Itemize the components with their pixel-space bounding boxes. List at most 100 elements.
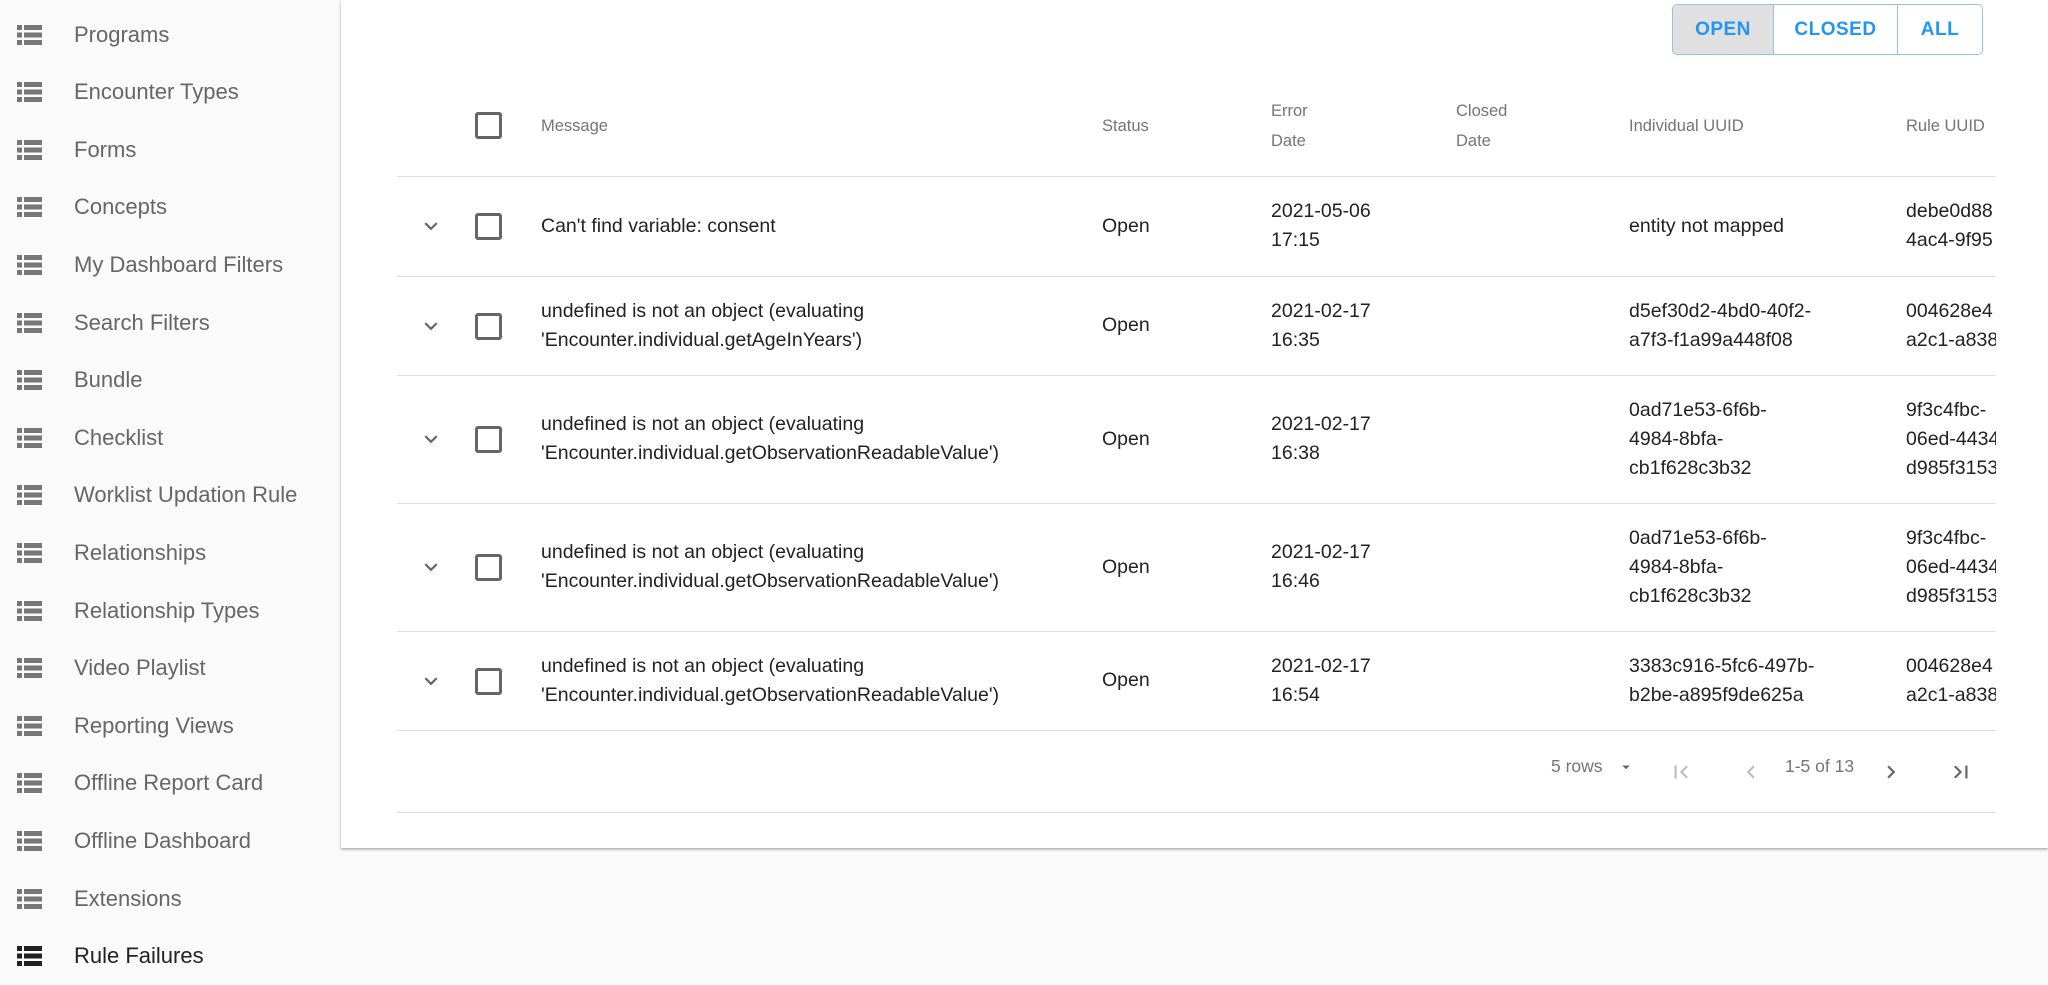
error-date-cell-line: 16:54 — [1271, 683, 1320, 706]
rule-uuid-cell-line: d985f3153 — [1906, 584, 1996, 607]
status-filter-toggle: OPEN CLOSED ALL — [1672, 4, 1983, 55]
filter-open-button[interactable]: OPEN — [1673, 5, 1773, 54]
row-checkbox[interactable] — [475, 426, 502, 453]
sidebar-item-rule-failures[interactable]: Rule Failures — [0, 928, 340, 985]
column-header-error-date-line1: Error — [1271, 102, 1308, 120]
sidebar-item-label: Extensions — [74, 885, 182, 911]
sidebar-item-label: Rule Failures — [74, 943, 204, 969]
sidebar-item-search-filters[interactable]: Search Filters — [0, 294, 340, 351]
list-icon — [17, 830, 42, 851]
column-header-closed-date[interactable]: Closed Date — [1456, 96, 1507, 156]
sidebar-item-video-playlist[interactable]: Video Playlist — [0, 640, 340, 697]
error-date-cell-line: 2021-02-17 — [1271, 654, 1371, 677]
sidebar-item-label: Video Playlist — [74, 655, 206, 681]
sidebar-item-offline-dashboard[interactable]: Offline Dashboard — [0, 812, 340, 869]
sidebar-item-checklist[interactable]: Checklist — [0, 409, 340, 466]
row-checkbox[interactable] — [475, 213, 502, 240]
first-page-button[interactable] — [1668, 759, 1694, 785]
message-cell-line: undefined is not an object (evaluating — [541, 654, 865, 677]
sidebar-item-label: Bundle — [74, 367, 143, 393]
sidebar-item-label: Programs — [74, 21, 170, 47]
column-header-individual-uuid[interactable]: Individual UUID — [1629, 111, 1744, 141]
row-checkbox[interactable] — [475, 667, 502, 695]
chevron-left-icon — [1746, 765, 1755, 779]
status-cell: Open — [1102, 427, 1150, 450]
row-divider — [397, 375, 1996, 376]
sidebar-item-bundle[interactable]: Bundle — [0, 352, 340, 409]
message-cell-line: 'Encounter.individual.getObservationRead… — [541, 570, 1000, 592]
last-page-button[interactable] — [1948, 759, 1974, 785]
sidebar-item-label: Checklist — [74, 424, 164, 450]
sidebar-item-label: Offline Dashboard — [74, 827, 251, 853]
list-icon — [17, 139, 42, 160]
sidebar-item-relationships[interactable]: Relationships — [0, 524, 340, 581]
rule-uuid-cell-line: a2c1-a838 — [1906, 683, 1996, 706]
rule-uuid-cell-line: 004628e4 — [1906, 299, 1993, 322]
expand-row-button[interactable] — [418, 668, 444, 694]
dropdown-arrow-icon — [1622, 765, 1631, 770]
select-all-checkbox[interactable] — [475, 112, 502, 139]
rule-uuid-cell: 004628e4 a2c1-a838 — [1906, 297, 1996, 355]
row-divider — [397, 631, 1996, 632]
previous-page-button[interactable] — [1738, 759, 1764, 785]
column-header-error-date-line2: Date — [1271, 132, 1306, 150]
sidebar-item-label: Offline Report Card — [74, 770, 264, 796]
message-cell-line: undefined is not an object (evaluating — [541, 541, 865, 563]
error-date-cell-line: 16:46 — [1271, 570, 1320, 592]
sidebar-item-forms[interactable]: Forms — [0, 121, 340, 178]
error-date-cell: 2021-02-17 16:38 — [1271, 410, 1371, 468]
error-date-cell-line: 2021-02-17 — [1271, 299, 1371, 322]
row-divider — [397, 276, 1996, 277]
footer-divider — [397, 812, 1996, 813]
sidebar-item-offline-report-card[interactable]: Offline Report Card — [0, 755, 340, 812]
expand-row-button[interactable] — [418, 426, 444, 452]
chevron-down-icon — [418, 222, 444, 243]
rule-uuid-cell-line: 06ed-4434 — [1906, 427, 1996, 450]
expand-row-button[interactable] — [418, 313, 444, 339]
sidebar-item-programs[interactable]: Programs — [0, 6, 340, 63]
individual-uuid-cell: d5ef30d2-4bd0-40f2- a7f3-f1a99a448f08 — [1629, 297, 1811, 355]
individual-uuid-cell: 0ad71e53-6f6b- 4984-8bfa-cb1f628c3b32 — [1629, 396, 1767, 483]
column-header-rule-uuid[interactable]: Rule UUID — [1906, 111, 1985, 141]
rule-uuid-cell-line: 4ac4-9f95 — [1906, 229, 1993, 251]
sidebar-item-encounter-types[interactable]: Encounter Types — [0, 64, 340, 121]
rule-uuid-cell-line: a2c1-a838 — [1906, 328, 1996, 351]
individual-uuid-cell: 0ad71e53-6f6b- 4984-8bfa-cb1f628c3b32 — [1629, 524, 1767, 611]
column-header-closed-date-line1: Closed — [1456, 102, 1508, 120]
expand-row-button[interactable] — [418, 213, 444, 239]
sidebar-item-concepts[interactable]: Concepts — [0, 179, 340, 236]
message-cell: undefined is not an object (evaluating 'E… — [541, 297, 864, 355]
sidebar-item-label: Concepts — [74, 194, 167, 220]
individual-uuid-cell-line: entity not mapped — [1629, 214, 1785, 237]
rows-per-page-select[interactable]: 5 rows — [1551, 756, 1635, 777]
sidebar-item-reporting-views[interactable]: Reporting Views — [0, 697, 340, 754]
error-date-cell: 2021-02-17 16:46 — [1271, 538, 1371, 596]
individual-uuid-cell-line: 0ad71e53-6f6b- — [1629, 398, 1767, 421]
message-cell-line: 'Encounter.individual.getObservationRead… — [541, 683, 1000, 706]
list-icon — [17, 82, 42, 103]
sidebar-item-my-dashboard-filters[interactable]: My Dashboard Filters — [0, 236, 340, 293]
expand-row-button[interactable] — [418, 554, 444, 580]
sidebar-item-label: Forms — [74, 136, 137, 162]
chevron-down-icon — [418, 435, 444, 456]
sidebar-item-label: Encounter Types — [74, 79, 239, 105]
sidebar-item-extensions[interactable]: Extensions — [0, 870, 340, 927]
row-divider — [397, 730, 1996, 731]
message-cell-line: 'Encounter.individual.getAgeInYears') — [541, 328, 863, 351]
error-date-cell-line: 2021-02-17 — [1271, 541, 1371, 563]
column-header-message[interactable]: Message — [541, 111, 608, 141]
filter-closed-button[interactable]: CLOSED — [1773, 5, 1897, 54]
chevron-down-icon — [418, 676, 444, 698]
sidebar-item-relationship-types[interactable]: Relationship Types — [0, 582, 340, 639]
message-cell-line: undefined is not an object (evaluating — [541, 413, 865, 435]
row-checkbox[interactable] — [475, 554, 502, 581]
column-header-status[interactable]: Status — [1102, 111, 1149, 141]
list-icon — [17, 888, 42, 909]
sidebar-item-worklist-updation-rule[interactable]: Worklist Updation Rule — [0, 467, 340, 524]
list-icon — [17, 197, 42, 218]
filter-all-button[interactable]: ALL — [1897, 5, 1982, 54]
next-page-button[interactable] — [1878, 759, 1904, 785]
individual-uuid-cell-line: 4984-8bfa- — [1629, 427, 1724, 450]
column-header-error-date[interactable]: Error Date — [1271, 96, 1308, 156]
row-checkbox[interactable] — [475, 312, 502, 340]
